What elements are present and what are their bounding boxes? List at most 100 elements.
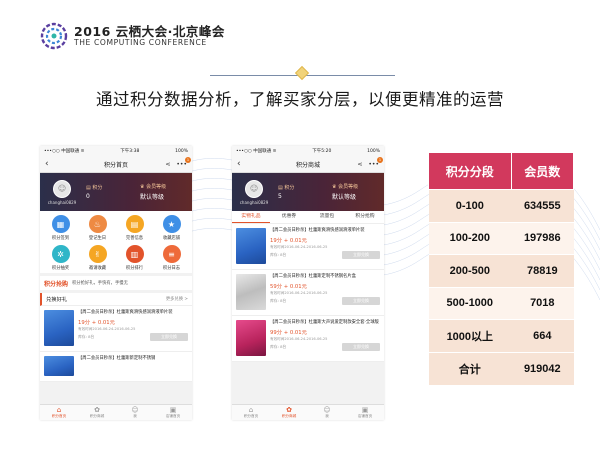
level-stat: ♛ 会员等级 默认等级 xyxy=(326,183,380,201)
points-label: 积分 xyxy=(92,185,103,191)
redeem-button[interactable]: 立即兑换 xyxy=(342,250,380,259)
carrier-label: •••○○ 中国联通 ≋ xyxy=(236,149,277,154)
grid-item[interactable]: ✌ 邀请收藏 xyxy=(79,245,116,271)
grid-item[interactable]: ✲ 积分抽奖 xyxy=(42,245,79,271)
grid-item[interactable]: ▦ 积分签到 xyxy=(42,215,79,241)
avatar[interactable]: ☺ xyxy=(245,179,263,198)
more-icon[interactable]: ••• 1 xyxy=(176,156,191,168)
share-icon[interactable]: ⋖ xyxy=(357,161,362,168)
table-row: 合计 919042 xyxy=(428,351,574,385)
list-item[interactable]: 【周二会员日秒杀】杜蕾斯新定制不锈钢 xyxy=(40,352,192,382)
grid-item[interactable]: ♨ 登记生日 xyxy=(79,215,116,241)
grid-item[interactable]: ▥ 积分排行 xyxy=(116,245,153,271)
back-icon[interactable]: ‹ xyxy=(237,159,241,169)
tabbar-item[interactable]: ✿ 积分商城 xyxy=(270,405,308,420)
tab-flash-sale[interactable]: 积分抢购 xyxy=(346,211,384,223)
points-label: 积分 xyxy=(284,185,295,191)
gift-icon: ✿ xyxy=(94,406,100,414)
carrier-label: •••○○ 中国联通 ≋ xyxy=(44,149,85,154)
product-validity: 有效时间2016-06-24-2016-06-25 xyxy=(78,326,136,331)
tabbar-item[interactable]: ☺ 我 xyxy=(308,405,346,420)
product-stock: 库存: 8台 xyxy=(78,333,95,339)
grid-item[interactable]: ★ 收藏店铺 xyxy=(153,215,190,241)
tabbar-item[interactable]: ▣ 店铺首页 xyxy=(346,405,384,420)
product-validity: 有效时间2016-06-24-2016-06-25 xyxy=(270,336,328,341)
log-icon: ≡ xyxy=(162,245,181,263)
product-name: 【周二会员日秒杀】杜蕾斯爽滑快感润滑液单片装 xyxy=(270,228,365,233)
tabbar-item[interactable]: ⌂ 积分首页 xyxy=(40,405,78,420)
tier-cell: 200-500 xyxy=(428,254,512,287)
tier-cell: 0-100 xyxy=(428,189,512,222)
tabbar-label: 店铺首页 xyxy=(165,414,181,418)
feature-grid: ▦ 积分签到 ♨ 登记生日 ▤ 完善信息 ★ 收藏店铺 ✲ 积分抽奖 ✌ 邀请收藏 ▥ 积分排行 ≡ 积分日志 xyxy=(40,211,192,273)
tab-physical-gifts[interactable]: 实物礼品 xyxy=(232,211,270,223)
points-value: 5 xyxy=(278,193,282,200)
product-price: 19分 + 0.01元 xyxy=(270,237,307,244)
gift-icon: ✿ xyxy=(286,406,292,414)
tabbar-item[interactable]: ✿ 积分商城 xyxy=(78,405,116,420)
diamond-icon xyxy=(294,65,310,81)
product-stock: 库存: 8台 xyxy=(270,251,287,257)
level-label: 会员等级 xyxy=(338,184,359,190)
status-bar: •••○○ 中国联通 ≋ 下午3:38 100% xyxy=(40,146,192,156)
points-flash-sale[interactable]: 积分抢购 积分抢好礼，手快有，手慢无 xyxy=(40,276,192,290)
product-name: 【周二会员日秒杀】杜蕾斯爽滑快感润滑液单片装 xyxy=(78,310,173,315)
grid-item-label: 积分抽奖 xyxy=(51,266,70,271)
redeem-button[interactable]: 立即兑换 xyxy=(342,296,380,305)
points-tier-table: 积分分段 会员数 0-100 634555 100-200 197986 200-500… xyxy=(428,152,575,385)
tabbar-item[interactable]: ▣ 店铺首页 xyxy=(154,405,192,420)
tabbar-label: 店铺首页 xyxy=(357,414,373,418)
grid-item-label: 积分排行 xyxy=(125,266,144,271)
calendar-icon: ▦ xyxy=(51,215,70,233)
product-validity: 有效时间2016-06-24-2016-06-25 xyxy=(270,244,328,249)
notification-badge: 1 xyxy=(377,156,383,163)
grid-item-label: 登记生日 xyxy=(88,236,107,241)
more-redeem-link[interactable]: 更多兑换 > xyxy=(166,296,188,302)
redeem-button[interactable]: 立即兑换 xyxy=(150,332,188,341)
phone-points-mall: •••○○ 中国联通 ≋ 下午5:20 100% ‹ 积分商城 ⋖ ••• 1 ☺… xyxy=(232,146,384,420)
list-item[interactable]: 【周二会员日秒杀】杜蕾斯爽滑快感润滑液单片装 19分 + 0.01元 有效时间2… xyxy=(40,306,192,352)
product-price: 19分 + 0.01元 xyxy=(78,319,115,326)
table-header-row: 积分分段 会员数 xyxy=(428,152,575,190)
tab-coupons[interactable]: 优惠券 xyxy=(270,211,308,223)
tab-data-packs[interactable]: 流量包 xyxy=(308,211,346,223)
share-icon[interactable]: ⋖ xyxy=(165,161,170,168)
tabbar-label: 我 xyxy=(133,414,137,418)
shop-icon: ▣ xyxy=(361,406,369,414)
column-header-members: 会员数 xyxy=(510,152,575,190)
redeem-button[interactable]: 立即兑换 xyxy=(342,342,380,351)
more-icon[interactable]: ••• 1 xyxy=(368,156,383,168)
points-value: 0 xyxy=(86,193,90,200)
battery-label: 100% xyxy=(175,148,188,154)
product-image xyxy=(44,356,74,376)
nav-bar: ‹ 积分商城 ⋖ ••• 1 xyxy=(232,156,384,173)
notification-badge: 1 xyxy=(185,156,191,163)
username: changhai0829 xyxy=(47,199,77,205)
grid-item-label: 完善信息 xyxy=(125,236,144,241)
star-icon: ★ xyxy=(162,215,181,233)
user-summary: ☺ changhai0829 ▤ 积分 5 ♛ 会员等级 默认等级 xyxy=(232,173,384,211)
table-row: 100-200 197986 xyxy=(428,221,574,255)
table-row: 1000以上 664 xyxy=(428,319,574,352)
bottom-tab-bar: ⌂ 积分首页 ✿ 积分商城 ☺ 我 ▣ 店铺首页 xyxy=(40,404,192,420)
product-name: 【周二会员日秒杀】杜蕾斯新定制不锈钢 xyxy=(78,356,156,361)
member-count-cell: 197986 xyxy=(511,221,574,255)
grid-item[interactable]: ≡ 积分日志 xyxy=(153,245,190,271)
table-row: 200-500 78819 xyxy=(428,254,574,287)
member-count-cell: 7018 xyxy=(511,286,574,320)
list-item[interactable]: 【周二会员日秒杀】杜蕾斯大声说爱定制款安全套·全球版 99分 + 0.01元 有效时… xyxy=(232,316,384,362)
product-image xyxy=(236,320,266,356)
product-image xyxy=(44,310,74,346)
shop-icon: ▣ xyxy=(169,406,177,414)
tabbar-item[interactable]: ⌂ 积分首页 xyxy=(232,405,270,420)
grid-item[interactable]: ▤ 完善信息 xyxy=(116,215,153,241)
list-item[interactable]: 【周二会员日秒杀】杜蕾斯爽滑快感润滑液单片装 19分 + 0.01元 有效时间201… xyxy=(232,224,384,270)
clock-label: 下午3:38 xyxy=(120,149,140,154)
flash-sale-title: 积分抢购 xyxy=(44,280,69,288)
back-icon[interactable]: ‹ xyxy=(45,159,49,169)
tabbar-item[interactable]: ☺ 我 xyxy=(116,405,154,420)
conference-logo: 2016 云栖大会·北京峰会 THE COMPUTING CONFERENCE xyxy=(40,22,225,50)
list-item[interactable]: 【周二会员日秒杀】杜蕾斯定制不锈钢名片盒 59分 + 0.01元 有效时间2016-… xyxy=(232,270,384,316)
product-validity: 有效时间2016-06-24-2016-06-25 xyxy=(270,290,328,295)
avatar[interactable]: ☺ xyxy=(53,179,71,198)
